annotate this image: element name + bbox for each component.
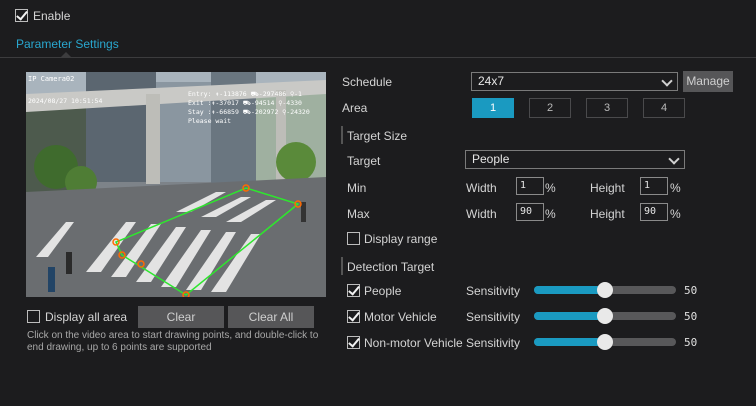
max-width-input[interactable]: 90 [516, 203, 544, 221]
max-width-label: Width [466, 207, 497, 221]
motor-vehicle-sensitivity-slider[interactable] [534, 308, 676, 324]
target-label: Target [347, 154, 381, 168]
clear-button[interactable]: Clear [138, 306, 224, 328]
drawing-hint: Click on the video area to start drawing… [27, 330, 319, 353]
max-width-unit: % [545, 207, 556, 221]
motor-vehicle-sensitivity-label: Sensitivity [466, 310, 521, 324]
video-preview[interactable]: IP Camera02 2024/08/27 10:51:54 Entry: ↟… [26, 72, 326, 297]
slider-thumb[interactable] [597, 308, 613, 324]
max-height-label: Height [590, 207, 625, 221]
non-motor-vehicle-label: Non-motor Vehicle [364, 336, 463, 350]
max-height-unit: % [670, 207, 681, 221]
tab-divider [0, 57, 756, 58]
motor-vehicle-sensitivity-value: 50 [684, 310, 698, 323]
people-sensitivity-label: Sensitivity [466, 284, 521, 298]
area-button-1[interactable]: 1 [472, 98, 514, 118]
tab-indicator [60, 52, 72, 58]
min-width-input[interactable]: 1 [516, 177, 544, 195]
detection-target-heading: Detection Target [347, 260, 435, 274]
people-sensitivity-slider[interactable] [534, 282, 676, 298]
non-motor-vehicle-sensitivity-value: 50 [684, 336, 698, 349]
display-all-area-checkbox[interactable] [27, 310, 40, 323]
motor-vehicle-checkbox[interactable] [347, 310, 360, 323]
enable-label: Enable [33, 9, 71, 23]
min-label: Min [347, 181, 367, 195]
enable-checkbox[interactable] [15, 9, 28, 22]
clear-all-button[interactable]: Clear All [228, 306, 314, 328]
slider-thumb[interactable] [597, 334, 613, 350]
camera-scene: IP Camera02 2024/08/27 10:51:54 Entry: ↟… [26, 72, 326, 297]
target-size-heading: Target Size [347, 129, 408, 143]
min-height-label: Height [590, 181, 625, 195]
min-width-unit: % [545, 181, 556, 195]
min-width-label: Width [466, 181, 497, 195]
area-label: Area [342, 101, 368, 115]
section-marker [341, 126, 343, 144]
target-value: People [472, 152, 510, 166]
non-motor-vehicle-sensitivity-label: Sensitivity [466, 336, 521, 350]
schedule-value: 24x7 [478, 74, 505, 88]
area-button-4[interactable]: 4 [643, 98, 685, 118]
area-button-2[interactable]: 2 [529, 98, 571, 118]
overlay-exit-text: Exit :↟-37017 ⛟-94514 ⚲-4330 [188, 99, 302, 107]
overlay-status-text: Please wait [188, 117, 231, 125]
area-button-3[interactable]: 3 [586, 98, 628, 118]
slider-fill [534, 338, 605, 346]
display-range-checkbox[interactable] [347, 232, 360, 245]
slider-thumb[interactable] [597, 282, 613, 298]
max-height-input[interactable]: 90 [640, 203, 668, 221]
timestamp-text: 2024/08/27 10:51:54 [28, 97, 102, 105]
motor-vehicle-label: Motor Vehicle [364, 310, 437, 324]
display-range-label: Display range [364, 232, 438, 246]
tab-parameter-settings[interactable]: Parameter Settings [16, 37, 119, 51]
schedule-select[interactable]: 24x7 [471, 72, 678, 91]
slider-fill [534, 286, 605, 294]
min-height-input[interactable]: 1 [640, 177, 668, 195]
non-motor-vehicle-checkbox[interactable] [347, 336, 360, 349]
display-all-area-label: Display all area [45, 310, 128, 324]
chevron-down-icon [661, 75, 673, 87]
people-checkbox[interactable] [347, 284, 360, 297]
slider-fill [534, 312, 605, 320]
chevron-down-icon [668, 153, 680, 165]
overlay-entry-text: Entry: ↟-113876 ⛟-297486 ⚲-1 [188, 90, 302, 98]
manage-button[interactable]: Manage [683, 71, 733, 92]
camera-name-text: IP Camera02 [28, 75, 74, 83]
min-height-unit: % [670, 181, 681, 195]
schedule-label: Schedule [342, 75, 393, 89]
people-label: People [364, 284, 402, 298]
people-sensitivity-value: 50 [684, 284, 698, 297]
overlay-stay-text: Stay :↟-66859 ⛟-202972 ⚲-24320 [188, 108, 310, 116]
max-label: Max [347, 207, 370, 221]
target-select[interactable]: People [465, 150, 685, 169]
non-motor-vehicle-sensitivity-slider[interactable] [534, 334, 676, 350]
section-marker [341, 257, 343, 275]
